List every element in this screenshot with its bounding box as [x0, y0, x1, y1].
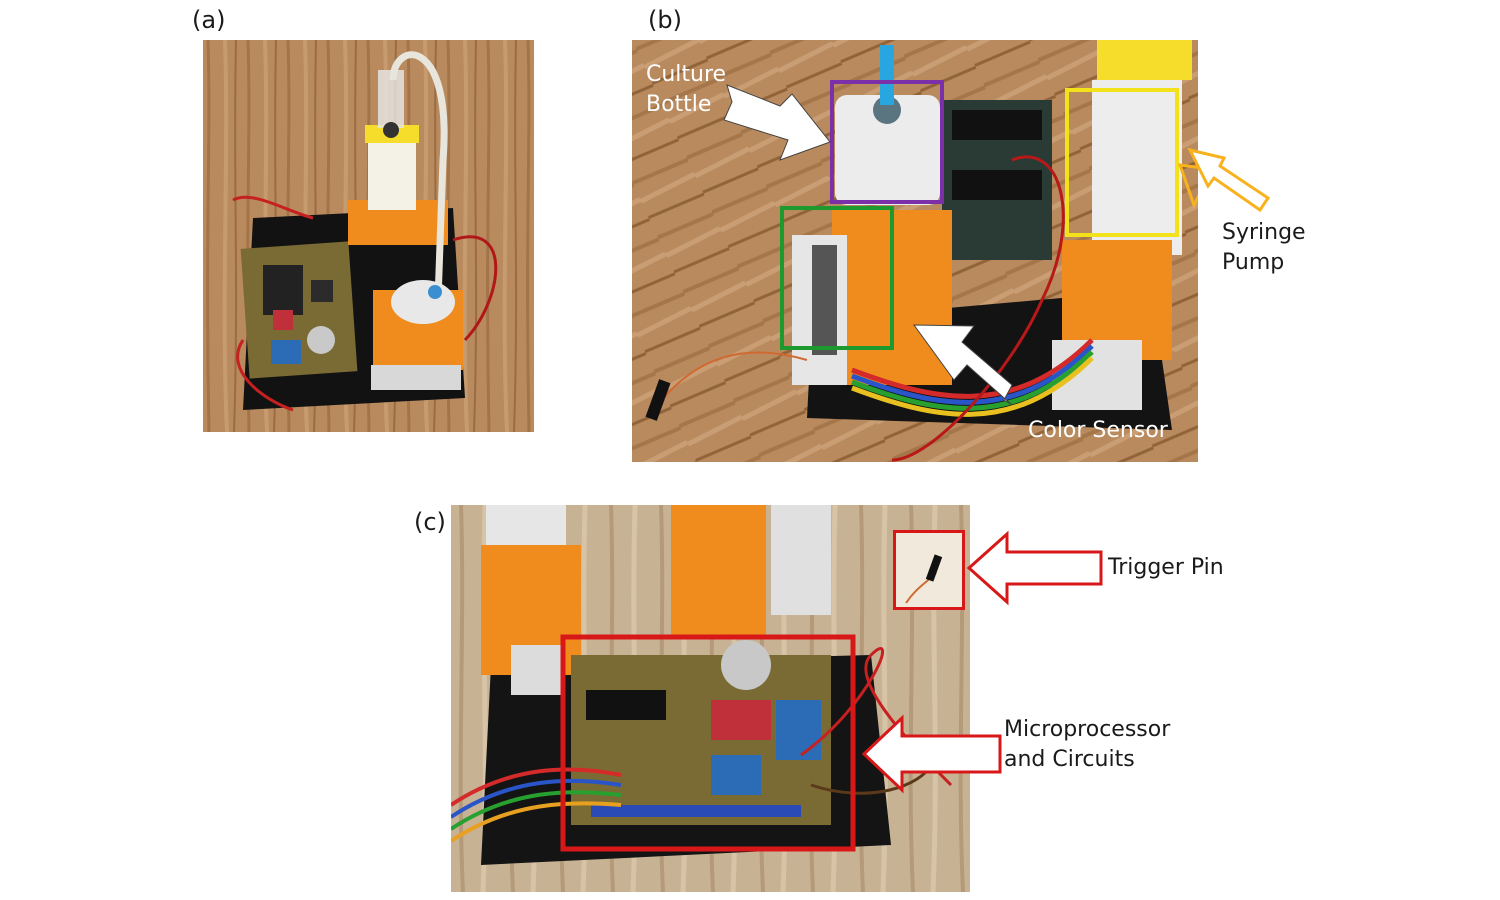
trigger-pin-icon — [905, 554, 943, 604]
syringe-pump-arrow-icon — [1187, 147, 1271, 213]
trigger-pin-highlight-box — [893, 530, 965, 610]
trigger-pin-arrow — [966, 530, 1103, 606]
panel-b-label: (b) — [648, 6, 682, 34]
culture-bottle-label: Culture Bottle — [646, 62, 727, 117]
trigger-pin-label: Trigger Pin — [1108, 555, 1224, 580]
panel-a-label: (a) — [192, 6, 226, 34]
syringe-pump-label: Syringe Pump — [1222, 220, 1306, 275]
panel-c-label: (c) — [414, 508, 446, 536]
panel-a-photo — [203, 40, 534, 432]
microprocessor-arrow — [861, 714, 1002, 794]
color-sensor-label: Color Sensor — [1028, 418, 1168, 443]
microprocessor-label: Microprocessor and Circuits — [1004, 717, 1171, 772]
panel-b-photo: Culture Bottle Color Sensor — [632, 40, 1198, 462]
